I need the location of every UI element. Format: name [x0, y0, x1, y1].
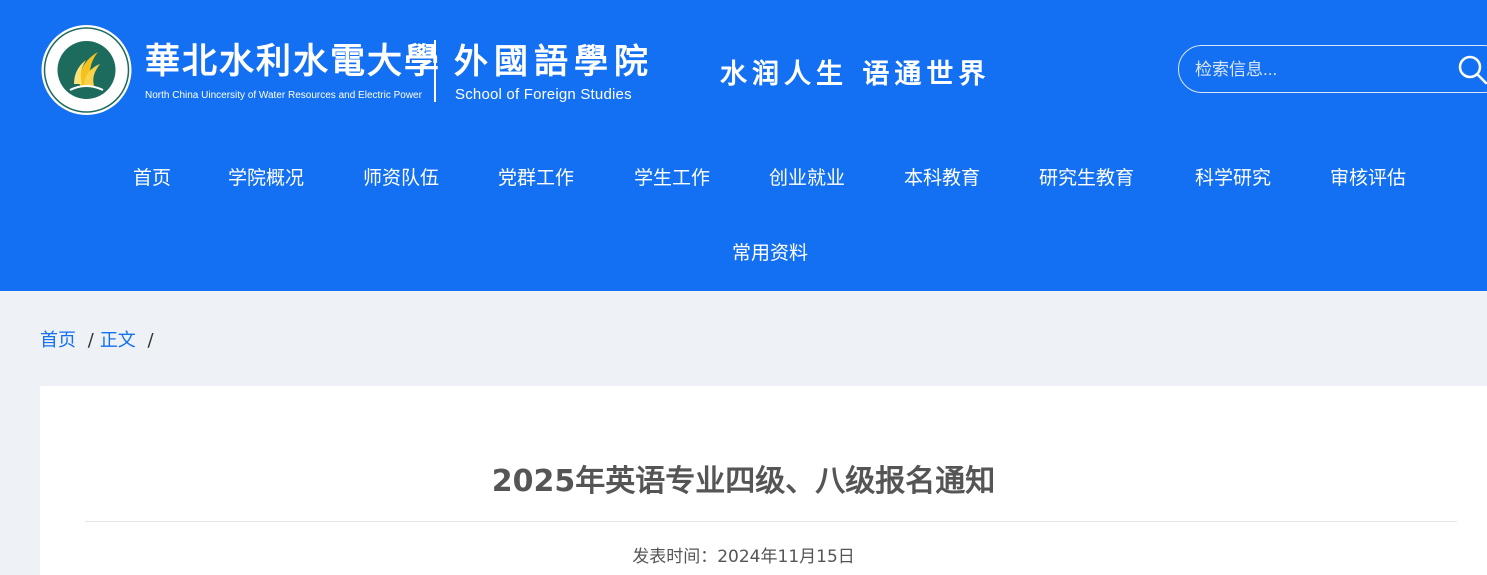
search-icon[interactable] — [1457, 54, 1487, 86]
nav-item-research[interactable]: 科学研究 — [1195, 150, 1271, 208]
nav-item-label: 党群工作 — [498, 168, 575, 189]
logo-divider — [434, 40, 436, 102]
title-divider — [85, 521, 1457, 522]
nav-item-graduate[interactable]: 研究生教育 — [1039, 150, 1134, 208]
nav-item-home[interactable]: 首页 — [133, 150, 171, 208]
search-input[interactable] — [1193, 56, 1447, 84]
breadcrumb: 首页 / 正文 / — [40, 326, 160, 352]
nav-item-resources[interactable]: 常用资料 — [732, 225, 808, 283]
nav-item-label: 本科教育 — [904, 168, 981, 189]
nav-item-label: 科学研究 — [1195, 168, 1272, 189]
nav-item-label: 审核评估 — [1330, 168, 1407, 189]
article-meta: 发表时间：2024年11月15日 — [0, 542, 1487, 567]
nav-item-label: 师资队伍 — [363, 168, 440, 189]
nav-item-label: 首页 — [133, 168, 172, 189]
publish-date: 2024年11月15日 — [717, 547, 855, 567]
article-title: 2025年英语专业四级、八级报名通知 — [491, 464, 996, 499]
school-name-cn[interactable]: 外國語學院 — [454, 40, 654, 84]
school-name-en: School of Foreign Studies — [455, 86, 632, 103]
nav-item-label: 创业就业 — [769, 168, 846, 189]
nav-item-undergraduate[interactable]: 本科教育 — [904, 150, 980, 208]
search-box[interactable] — [1178, 45, 1487, 93]
breadcrumb-home-link[interactable]: 首页 — [40, 330, 76, 351]
nav-item-career[interactable]: 创业就业 — [769, 150, 845, 208]
nav-item-label: 研究生教育 — [1039, 168, 1135, 189]
university-emblem-icon[interactable] — [40, 24, 133, 116]
breadcrumb-separator: / — [147, 330, 154, 351]
nav-item-label: 常用资料 — [732, 243, 809, 264]
nav-item-assessment[interactable]: 审核评估 — [1330, 150, 1406, 208]
breadcrumb-current-link[interactable]: 正文 — [100, 330, 136, 351]
site-header: 華北水利水電大學 North China Uincersity of Water… — [0, 0, 1487, 291]
nav-item-label: 学生工作 — [634, 168, 711, 189]
nav-item-party[interactable]: 党群工作 — [498, 150, 574, 208]
nav-item-students[interactable]: 学生工作 — [634, 150, 710, 208]
school-motto: 水润人生 语通世界 — [720, 59, 991, 90]
university-name-cn[interactable]: 華北水利水電大學 — [145, 40, 441, 84]
breadcrumb-separator: / — [87, 330, 94, 351]
nav-item-faculty[interactable]: 师资队伍 — [363, 150, 439, 208]
university-name-en: North China Uincersity of Water Resource… — [145, 90, 422, 101]
nav-item-label: 学院概况 — [228, 168, 305, 189]
publish-label: 发表时间： — [632, 547, 718, 567]
nav-item-about[interactable]: 学院概况 — [228, 150, 304, 208]
